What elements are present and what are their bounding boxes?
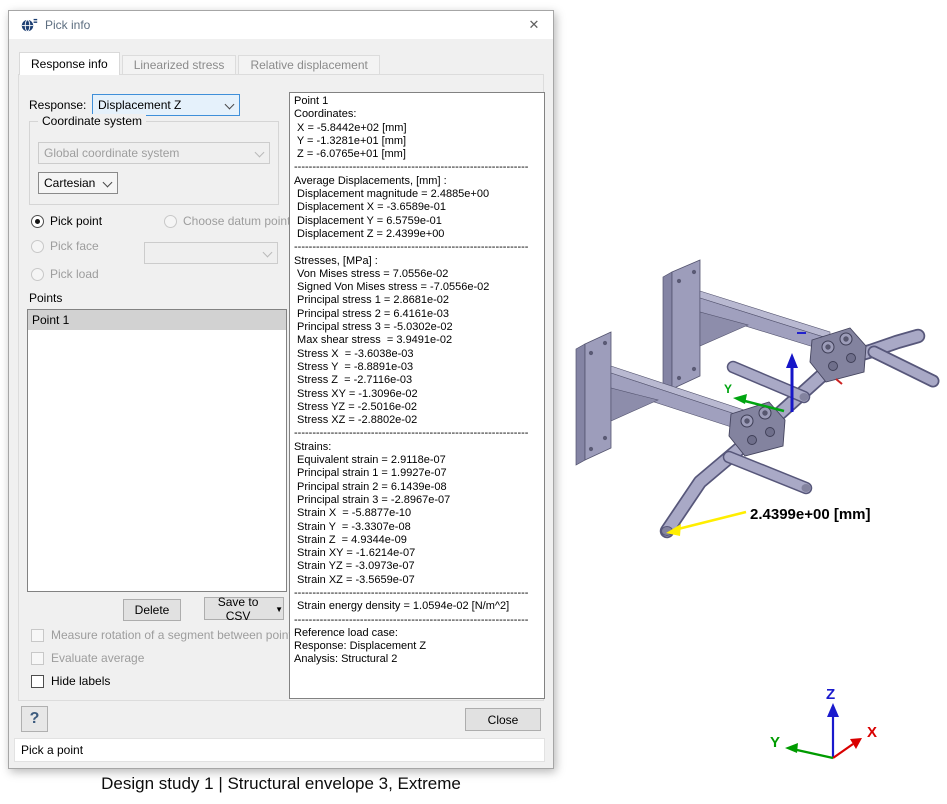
coordinate-system-dropdown: Global coordinate system — [38, 142, 270, 164]
coordinate-system-group: Coordinate system Global coordinate syst… — [29, 121, 279, 205]
chevron-down-icon — [103, 178, 113, 188]
titlebar: Pick info ✕ — [9, 11, 553, 39]
close-button-label: Close — [488, 713, 519, 727]
coordinate-system-value: Global coordinate system — [44, 146, 179, 160]
orientation-z-axis: Z — [826, 686, 839, 758]
response-info-page: Response: Displacement Z Coordinate syst… — [18, 74, 544, 701]
points-label: Points — [29, 291, 62, 305]
radio-pick-load-label: Pick load — [50, 267, 99, 281]
radio-pick-point[interactable]: Pick point — [31, 214, 102, 228]
orientation-y-axis: Y — [770, 734, 833, 758]
save-to-csv-button[interactable]: Save to CSV ▼ — [204, 597, 284, 620]
tab-strip: Response info Linearized stress Relative… — [19, 52, 380, 74]
close-icon[interactable]: ✕ — [523, 15, 545, 35]
chevron-down-icon — [255, 148, 265, 158]
scene-x-axis-fragment — [836, 379, 842, 384]
response-results-panel: Point 1 Coordinates: X = -5.8442e+02 [mm… — [289, 92, 545, 699]
response-value: Displacement Z — [98, 98, 181, 112]
displacement-annotation: 2.4399e+00 [mm] — [666, 506, 871, 536]
checkbox-hide-labels[interactable]: Hide labels — [31, 674, 110, 688]
scene-y-axis-label: Y — [724, 382, 732, 396]
pick-info-dialog: Pick info ✕ Response info Linearized str… — [8, 10, 554, 769]
displacement-annotation-label: 2.4399e+00 [mm] — [750, 506, 871, 523]
radio-circle — [31, 240, 44, 253]
y-axis-label: Y — [770, 734, 780, 751]
radio-pick-face: Pick face — [31, 239, 99, 253]
coordinate-system-legend: Coordinate system — [38, 114, 146, 128]
pick-info-icon — [21, 17, 38, 33]
radio-circle — [164, 215, 177, 228]
study-caption: Design study 1 | Structural envelope 3, … — [8, 774, 554, 794]
orientation-x-axis: X — [833, 724, 877, 758]
radio-circle — [31, 268, 44, 281]
window-title: Pick info — [45, 18, 90, 32]
delete-button-label: Delete — [135, 603, 170, 617]
orientation-triad: Z X Y — [770, 686, 877, 758]
tab-relative-displacement[interactable]: Relative displacement — [238, 55, 379, 74]
model-viewport[interactable]: Y 2.4399e+00 [mm] Z X Y — [555, 250, 947, 804]
status-bar: Pick a point — [14, 738, 545, 762]
dropdown-triangle-icon: ▼ — [275, 606, 283, 614]
radio-choose-datum-point-set: Choose datum point set — [164, 214, 310, 228]
coordinate-type-value: Cartesian — [44, 176, 95, 190]
checkbox-measure-rotation-label: Measure rotation of a segment between po… — [51, 628, 298, 642]
chevron-down-icon — [263, 248, 273, 258]
checkbox-measure-rotation: Measure rotation of a segment between po… — [31, 628, 298, 642]
response-dropdown[interactable]: Displacement Z — [92, 94, 240, 116]
radio-pick-load: Pick load — [31, 267, 99, 281]
response-label: Response: — [29, 98, 86, 112]
checkbox-evaluate-average: Evaluate average — [31, 651, 144, 665]
help-button[interactable]: ? — [21, 706, 48, 732]
radio-circle — [31, 215, 44, 228]
coordinate-type-dropdown[interactable]: Cartesian — [38, 172, 118, 194]
checkbox-hide-labels-label: Hide labels — [51, 674, 110, 688]
x-axis-label: X — [867, 724, 877, 741]
z-axis-label: Z — [826, 686, 835, 703]
grip-handle-lower — [729, 457, 811, 492]
tab-response-info[interactable]: Response info — [19, 52, 120, 75]
delete-button[interactable]: Delete — [123, 599, 181, 621]
checkbox-box — [31, 629, 44, 642]
list-item-point-1[interactable]: Point 1 — [28, 310, 286, 330]
datum-point-set-dropdown — [144, 242, 278, 264]
checkbox-box — [31, 675, 44, 688]
chevron-down-icon — [225, 100, 235, 110]
checkbox-evaluate-average-label: Evaluate average — [51, 651, 144, 665]
save-to-csv-label: Save to CSV — [205, 595, 271, 623]
close-button[interactable]: Close — [465, 708, 541, 731]
radio-pick-point-label: Pick point — [50, 214, 102, 228]
tab-linearized-stress[interactable]: Linearized stress — [122, 55, 237, 74]
points-list: Point 1 — [27, 309, 287, 592]
checkbox-box — [31, 652, 44, 665]
radio-pick-face-label: Pick face — [50, 239, 99, 253]
